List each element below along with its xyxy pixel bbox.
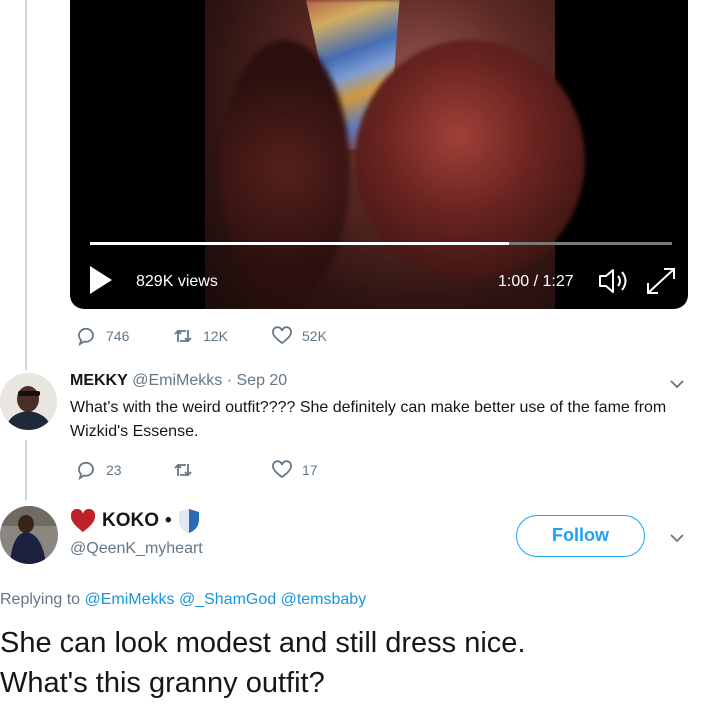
user-handle[interactable]: @EmiMekks xyxy=(132,372,222,389)
chevron-down-icon[interactable] xyxy=(667,376,687,392)
like-count: 17 xyxy=(302,462,318,478)
reply-icon xyxy=(78,327,94,346)
heart-emoji-icon xyxy=(70,509,96,532)
reply2-text-line2: What's this granny outfit? xyxy=(0,667,325,699)
replying-to: Replying to @EmiMekks @_ShamGod @temsbab… xyxy=(0,591,366,609)
reply-button[interactable]: 23 xyxy=(76,460,122,480)
video-content-figure-left xyxy=(220,40,350,300)
shield-emoji-icon xyxy=(178,509,199,533)
retweet-icon xyxy=(174,463,192,477)
name-separator: • xyxy=(165,510,172,531)
reply-count: 23 xyxy=(106,462,122,478)
video-player[interactable]: 829K views 1:00 / 1:27 xyxy=(70,0,688,309)
avatar[interactable] xyxy=(0,506,58,564)
retweet-icon xyxy=(174,329,192,343)
video-time: 1:00 / 1:27 xyxy=(498,273,574,290)
like-button[interactable]: 17 xyxy=(272,460,318,480)
reply2-text-line1: She can look modest and still dress nice… xyxy=(0,627,526,659)
reply1-text: What's with the weird outfit???? She def… xyxy=(70,399,667,440)
retweet-button[interactable] xyxy=(173,460,193,480)
video-progress-fill xyxy=(90,242,510,245)
volume-icon[interactable] xyxy=(597,266,631,296)
thread-line-top xyxy=(25,0,27,370)
like-button[interactable]: 52K xyxy=(272,326,327,346)
avatar-image xyxy=(0,506,58,564)
reply2-name-row[interactable]: KOKO • xyxy=(70,508,200,534)
video-progress-bar[interactable] xyxy=(90,242,672,245)
reply2-text: She can look modest and still dress nice… xyxy=(0,623,526,703)
play-icon[interactable] xyxy=(90,266,112,294)
like-icon xyxy=(272,326,292,345)
video-frame xyxy=(205,0,585,309)
video-views: 829K views xyxy=(136,273,218,290)
follow-button[interactable]: Follow xyxy=(516,515,645,557)
replying-to-label: Replying to xyxy=(0,591,81,608)
like-count: 52K xyxy=(302,328,327,344)
retweet-count: 12K xyxy=(203,328,228,344)
replying-to-handles[interactable]: @EmiMekks @_ShamGod @temsbaby xyxy=(85,591,367,608)
retweet-button[interactable]: 12K xyxy=(173,326,228,346)
reply-count: 746 xyxy=(106,328,130,344)
like-icon xyxy=(272,460,292,479)
expand-icon[interactable] xyxy=(644,266,678,296)
reply-icon xyxy=(78,461,94,480)
chevron-down-icon[interactable] xyxy=(667,530,687,546)
tweet-date[interactable]: · Sep 20 xyxy=(227,372,287,389)
avatar[interactable] xyxy=(0,373,57,430)
thread-line-mid xyxy=(25,440,27,500)
reply1-header: MEKKY @EmiMekks · Sep 20 xyxy=(70,372,287,390)
reply-button[interactable]: 746 xyxy=(76,326,129,346)
user-handle[interactable]: @QeenK_myheart xyxy=(70,540,203,558)
avatar-image xyxy=(0,373,57,430)
display-name: KOKO xyxy=(102,510,159,531)
display-name[interactable]: MEKKY xyxy=(70,372,128,389)
